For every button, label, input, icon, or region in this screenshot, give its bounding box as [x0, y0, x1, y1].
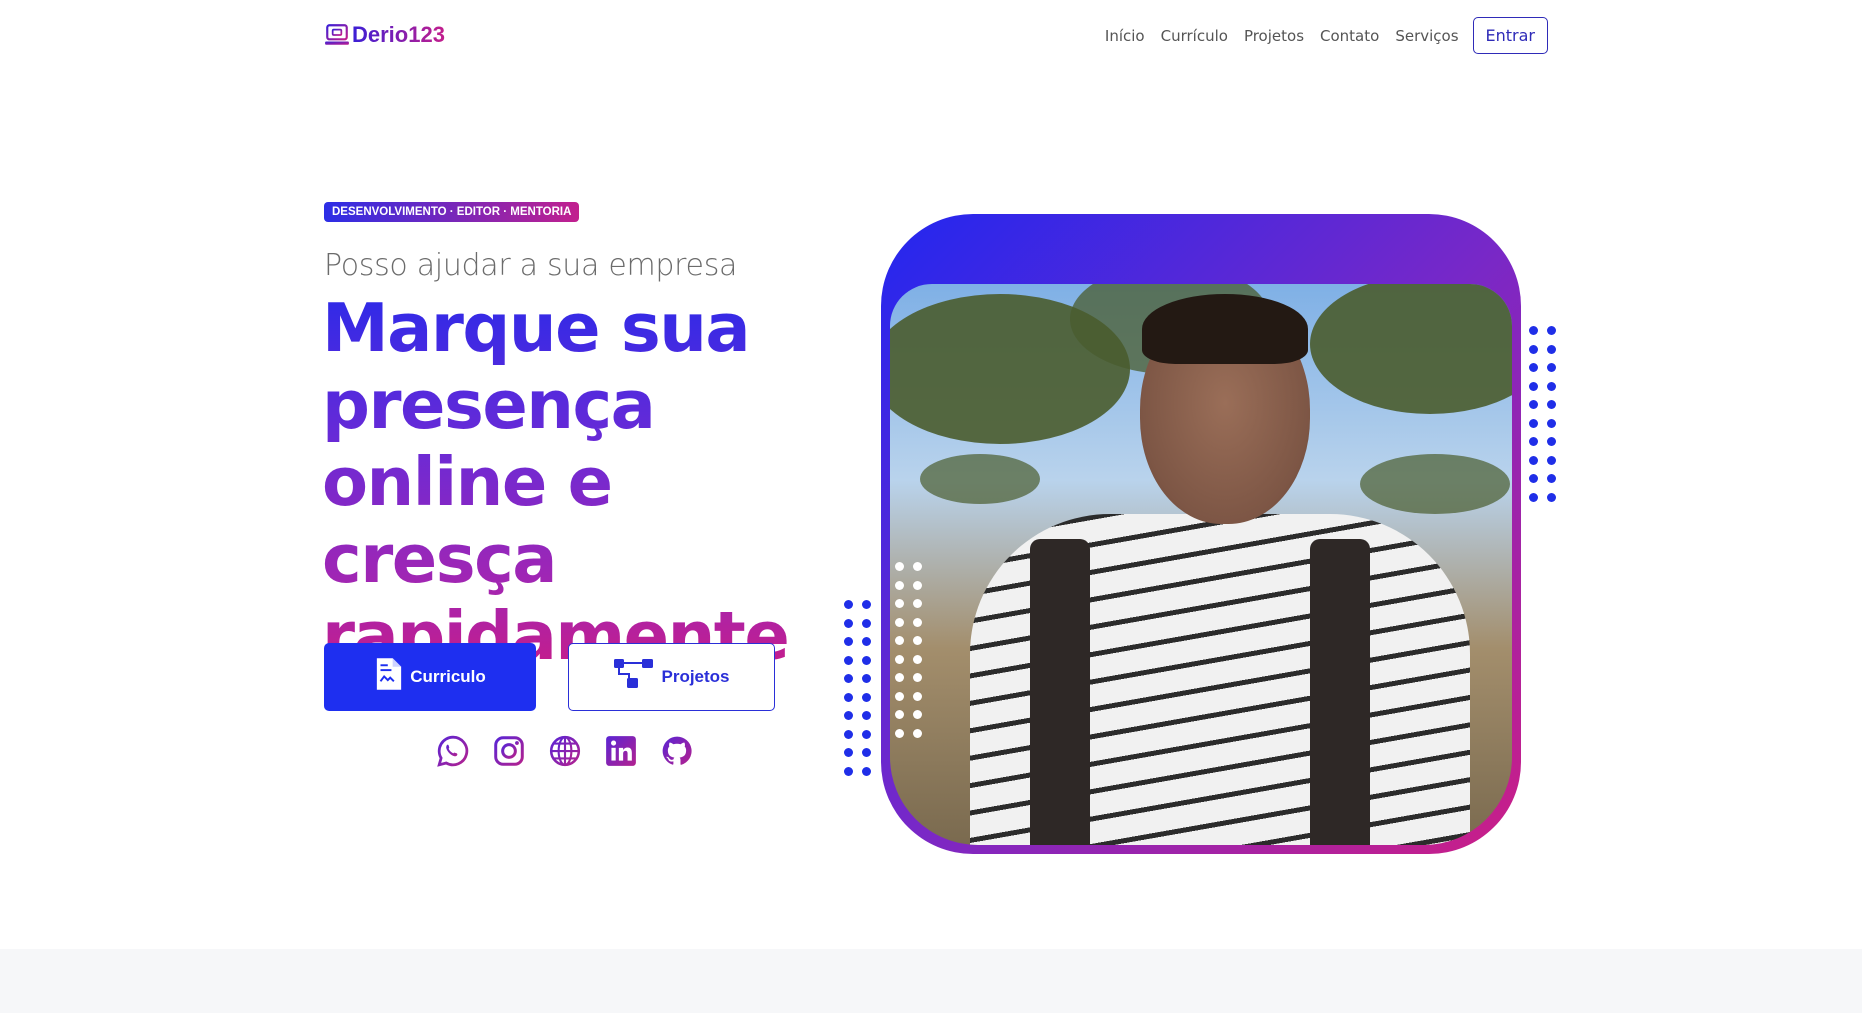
headline-line-3: online e cresça [322, 443, 612, 598]
decorative-dot [1547, 492, 1556, 502]
decorative-dot [1547, 474, 1556, 483]
hero-headline: Marque sua presença online e cresça rapi… [322, 290, 842, 675]
decorative-dot [1529, 474, 1538, 483]
decorative-dot [895, 728, 904, 738]
document-icon [377, 658, 402, 690]
decorative-dot [913, 636, 922, 645]
hero-image-frame [881, 214, 1521, 854]
decorative-dot [1529, 437, 1538, 446]
diagram-icon [614, 659, 654, 688]
nav-menu: Início Currículo Projetos Contato Serviç… [1105, 17, 1862, 54]
navbar: Derio123 Início Currículo Projetos Conta… [0, 0, 1862, 72]
decorative-dot [913, 617, 922, 627]
social-links [436, 734, 694, 768]
dot-pattern-decoration [1529, 326, 1556, 502]
decorative-dot [1547, 326, 1556, 335]
decorative-dot [862, 655, 871, 665]
nav-link-inicio[interactable]: Início [1105, 27, 1145, 45]
decorative-dot [862, 711, 871, 720]
laptop-icon [325, 24, 349, 45]
decorative-dot [913, 562, 922, 571]
decorative-dot [862, 766, 871, 776]
decorative-dot [1547, 400, 1556, 409]
decorative-dot [862, 618, 871, 628]
decorative-dot [1529, 381, 1538, 391]
linkedin-icon[interactable] [604, 734, 638, 768]
decorative-dot [862, 692, 871, 702]
login-button[interactable]: Entrar [1472, 17, 1548, 54]
decorative-dot [1547, 363, 1556, 372]
decorative-dot [1529, 400, 1538, 409]
decorative-dot [913, 599, 922, 608]
decorative-dot [1547, 344, 1556, 354]
decorative-dot [895, 599, 904, 608]
curriculo-button[interactable]: Curriculo [324, 643, 536, 711]
decorative-dot [895, 580, 904, 590]
decorative-dot [844, 692, 853, 702]
decorative-dot [1529, 344, 1538, 354]
decorative-dot [913, 580, 922, 590]
decorative-dot [895, 710, 904, 719]
dot-pattern-decoration [844, 600, 871, 776]
decorative-dot [895, 691, 904, 701]
decorative-dot [862, 637, 871, 646]
nav-link-contato[interactable]: Contato [1320, 27, 1379, 45]
decorative-dot [844, 618, 853, 628]
brand-logo[interactable]: Derio123 [324, 22, 445, 48]
decorative-dot [844, 637, 853, 646]
whatsapp-icon[interactable] [436, 734, 470, 768]
decorative-dot [895, 673, 904, 682]
decorative-dot [895, 654, 904, 664]
github-icon[interactable] [660, 734, 694, 768]
decorative-dot [1547, 437, 1556, 446]
decorative-dot [1529, 363, 1538, 372]
decorative-dot [895, 636, 904, 645]
globe-icon[interactable] [548, 734, 582, 768]
decorative-dot [913, 654, 922, 664]
decorative-dot [895, 562, 904, 571]
decorative-dot [913, 728, 922, 738]
headline-line-1: Marque sua [322, 289, 750, 367]
decorative-dot [1547, 381, 1556, 391]
decorative-dot [1529, 418, 1538, 428]
decorative-dot [844, 655, 853, 665]
decorative-dot [844, 748, 853, 757]
decorative-dot [895, 617, 904, 627]
projetos-button[interactable]: Projetos [568, 643, 775, 711]
curriculo-button-label: Curriculo [410, 667, 486, 686]
profile-photo [890, 284, 1512, 845]
decorative-dot [862, 600, 871, 609]
decorative-dot [844, 711, 853, 720]
dot-pattern-decoration [895, 562, 922, 738]
nav-link-servicos[interactable]: Serviços [1395, 27, 1458, 45]
decorative-dot [844, 766, 853, 776]
decorative-dot [1529, 326, 1538, 335]
decorative-dot [844, 600, 853, 609]
decorative-dot [913, 673, 922, 682]
decorative-dot [844, 729, 853, 739]
decorative-dot [862, 748, 871, 757]
decorative-dot [913, 710, 922, 719]
hero-subtitle: Posso ajudar a sua empresa [324, 248, 738, 283]
decorative-dot [913, 691, 922, 701]
decorative-dot [1529, 492, 1538, 502]
decorative-dot [862, 674, 871, 683]
projetos-button-label: Projetos [661, 667, 730, 686]
decorative-dot [844, 674, 853, 683]
next-section-band [0, 949, 1862, 1013]
services-badge: DESENVOLVIMENTO · EDITOR · MENTORIA [324, 202, 580, 222]
decorative-dot [862, 729, 871, 739]
decorative-dot [1547, 418, 1556, 428]
instagram-icon[interactable] [492, 734, 526, 768]
decorative-dot [1547, 455, 1556, 465]
headline-line-2: presença [322, 366, 655, 444]
brand-name: Derio123 [352, 22, 445, 47]
decorative-dot [1529, 455, 1538, 465]
nav-link-projetos[interactable]: Projetos [1244, 27, 1304, 45]
nav-link-curriculo[interactable]: Currículo [1161, 27, 1228, 45]
